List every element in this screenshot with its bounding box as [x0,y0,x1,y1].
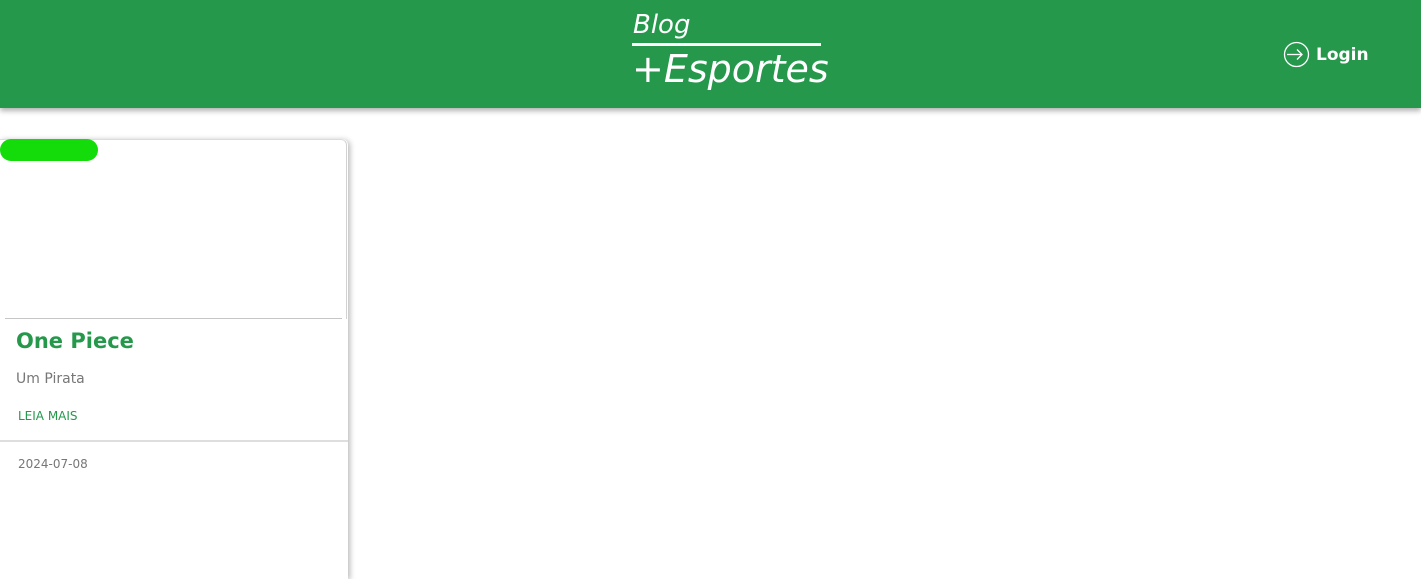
card-divider-bottom [0,440,348,442]
category-badge [0,139,98,161]
post-card: One Piece Um Pirata LEIA MAIS 2024-07-08 [0,139,348,579]
logo-blog-text: Blog [633,10,691,40]
read-more-link[interactable]: LEIA MAIS [18,409,78,423]
logo-divider [632,43,821,46]
post-image-area[interactable] [0,139,347,319]
logo-esportes-text: +Esportes [632,47,829,91]
card-divider-top [5,318,342,319]
login-button[interactable]: Login [1283,41,1369,68]
post-subtitle: Um Pirata [16,371,85,387]
post-date: 2024-07-08 [18,457,88,471]
site-header: Blog +Esportes Login [0,0,1421,108]
login-label: Login [1316,44,1369,65]
site-logo[interactable]: Blog +Esportes [632,10,829,91]
login-arrow-icon [1283,41,1310,68]
post-title[interactable]: One Piece [16,329,134,353]
